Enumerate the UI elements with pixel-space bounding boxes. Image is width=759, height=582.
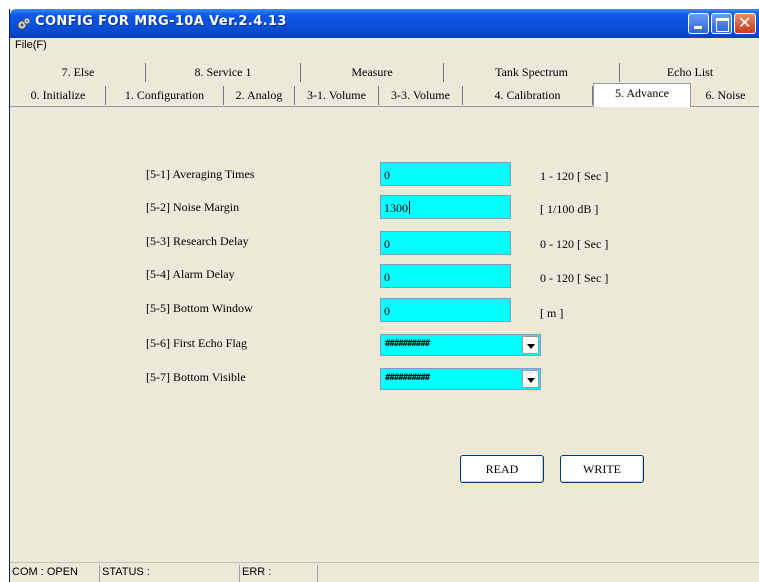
tab-analog[interactable]: 2. Analog bbox=[224, 86, 295, 105]
bottom-window-label: [5-5] Bottom Window bbox=[146, 301, 253, 315]
averaging-times-label: [5-1] Averaging Times bbox=[146, 167, 255, 181]
tab-else[interactable]: 7. Else bbox=[11, 63, 146, 82]
tab-advance[interactable]: 5. Advance bbox=[593, 83, 691, 107]
bottom-window-unit: [ m ] bbox=[540, 306, 564, 320]
first-echo-flag-label: [5-6] First Echo Flag bbox=[146, 336, 247, 350]
tab-volume-3-3[interactable]: 3-3. Volume bbox=[379, 86, 463, 105]
bottom-visible-value: ########## bbox=[385, 373, 430, 383]
averaging-times-unit: 1 - 120 [ Sec ] bbox=[540, 169, 609, 183]
tab-configuration[interactable]: 1. Configuration bbox=[106, 86, 224, 105]
status-bar: COM : OPEN STATUS : ERR : bbox=[10, 562, 759, 582]
tab-service-1[interactable]: 8. Service 1 bbox=[146, 63, 301, 82]
tab-measure[interactable]: Measure bbox=[301, 63, 444, 82]
first-echo-flag-select[interactable]: ########## bbox=[380, 334, 541, 356]
maximize-button[interactable] bbox=[711, 13, 732, 34]
bottom-visible-label: [5-7] Bottom Visible bbox=[146, 370, 246, 384]
research-delay-unit: 0 - 120 [ Sec ] bbox=[540, 237, 609, 251]
app-window: CONFIG FOR MRG-10A Ver.2.4.13 ✕ File(F) … bbox=[9, 9, 759, 582]
close-button[interactable]: ✕ bbox=[734, 13, 756, 34]
window-title: CONFIG FOR MRG-10A Ver.2.4.13 bbox=[35, 14, 287, 29]
tab-tank-spectrum[interactable]: Tank Spectrum bbox=[444, 63, 620, 82]
close-icon: ✕ bbox=[738, 13, 752, 32]
alarm-delay-input[interactable]: 0 bbox=[380, 264, 511, 288]
error-text: ERR : bbox=[240, 565, 318, 582]
alarm-delay-label: [5-4] Alarm Delay bbox=[146, 267, 235, 281]
bottom-window-input[interactable]: 0 bbox=[380, 298, 511, 322]
noise-margin-input[interactable]: 1300 bbox=[380, 195, 511, 219]
write-button[interactable]: WRITE bbox=[560, 455, 644, 483]
tab-row-bottom: 0. Initialize 1. Configuration 2. Analog… bbox=[10, 83, 759, 107]
com-status: COM : OPEN bbox=[10, 565, 100, 582]
chevron-down-icon[interactable] bbox=[522, 336, 539, 354]
bottom-visible-select[interactable]: ########## bbox=[380, 368, 541, 390]
alarm-delay-unit: 0 - 120 [ Sec ] bbox=[540, 271, 609, 285]
noise-margin-label: [5-2] Noise Margin bbox=[146, 200, 240, 214]
tab-calibration[interactable]: 4. Calibration bbox=[463, 86, 593, 105]
read-button[interactable]: READ bbox=[460, 455, 544, 483]
tab-row-top: 7. Else 8. Service 1 Measure Tank Spectr… bbox=[10, 63, 759, 82]
research-delay-label: [5-3] Research Delay bbox=[146, 234, 249, 248]
noise-margin-unit: [ 1/100 dB ] bbox=[540, 202, 599, 216]
chevron-down-icon[interactable] bbox=[522, 370, 539, 388]
tab-echo-list[interactable]: Echo List bbox=[620, 63, 759, 82]
minimize-button[interactable] bbox=[688, 13, 709, 34]
tab-initialize[interactable]: 0. Initialize bbox=[11, 86, 106, 105]
averaging-times-input[interactable]: 0 bbox=[380, 162, 511, 186]
status-text: STATUS : bbox=[100, 565, 240, 582]
tab-noise[interactable]: 6. Noise bbox=[691, 86, 759, 105]
research-delay-input[interactable]: 0 bbox=[380, 231, 511, 255]
menu-file[interactable]: File(F) bbox=[15, 39, 47, 51]
app-gear-icon bbox=[17, 17, 31, 30]
tab-volume-3-1[interactable]: 3-1. Volume bbox=[295, 86, 379, 105]
advance-panel: [5-1] Averaging Times 0 1 - 120 [ Sec ] … bbox=[10, 106, 759, 559]
first-echo-flag-value: ########## bbox=[385, 339, 430, 349]
menu-bar: File(F) bbox=[10, 38, 759, 56]
title-bar[interactable]: CONFIG FOR MRG-10A Ver.2.4.13 ✕ bbox=[10, 9, 759, 38]
